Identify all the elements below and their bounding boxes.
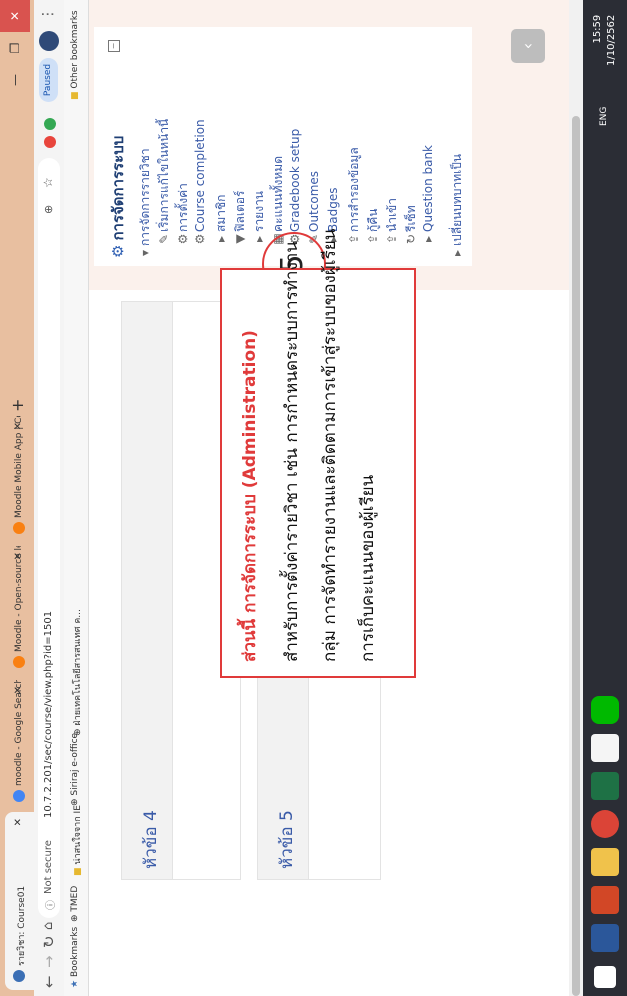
windows-start-icon[interactable] <box>594 966 616 988</box>
zoom-icon[interactable]: ⊕ <box>42 205 55 214</box>
annotation-line: การเก็บคะแนนของผู้เรียน <box>358 474 378 662</box>
browser-tab-bar: รายวิชา: Course01 ✕ moodle - Google Searc… <box>0 0 34 996</box>
close-tab-icon[interactable]: ✕ <box>13 422 24 430</box>
nav-item-course-completion[interactable]: ⚙Course completion <box>193 119 207 246</box>
section-title[interactable]: หัวข้อ 5 <box>273 810 300 869</box>
gear-icon: ⚙ <box>109 244 127 258</box>
nav-item-settings[interactable]: ⚙การตั้งค่า <box>174 183 193 246</box>
nav-item-filters[interactable]: ▼ฟิลเตอร์ <box>231 191 250 246</box>
minimize-button[interactable]: — <box>0 64 30 96</box>
address-bar[interactable]: ⓘ Not secure 10.7.2.201/sec/course/view.… <box>38 158 60 918</box>
bookmark-item[interactable]: ★ Bookmarks <box>70 927 80 988</box>
maximize-button[interactable]: ❐ <box>0 32 30 64</box>
tab-course01[interactable]: รายวิชา: Course01 ✕ <box>5 812 34 990</box>
moodle-icon <box>13 656 25 668</box>
gear-icon: ⚙ <box>176 233 190 245</box>
nav-item-reports[interactable]: ▸รายงาน <box>250 191 269 246</box>
close-tab-icon[interactable]: ✕ <box>13 686 24 694</box>
collapse-block-icon[interactable]: − <box>108 40 120 52</box>
caret-right-icon: ▸ <box>450 249 464 257</box>
tab-moodle-open-source[interactable]: Moodle - Open-source learning ✕ <box>5 546 34 676</box>
acrobat-icon[interactable] <box>591 734 619 762</box>
star-icon: ★ <box>70 979 80 988</box>
close-tab-icon[interactable]: ✕ <box>13 818 24 826</box>
back-arrow-icon[interactable]: ← <box>40 975 58 988</box>
more-menu-icon[interactable]: ⋮ <box>40 7 56 21</box>
file-explorer-icon[interactable] <box>591 848 619 876</box>
nav-item-gradebook-setup[interactable]: ⚙Gradebook setup <box>288 129 302 246</box>
nav-item-course-admin[interactable]: ▾การจัดการรายวิชา <box>136 148 155 260</box>
close-window-button[interactable]: ✕ <box>0 0 30 32</box>
folder-icon: ■ <box>70 91 80 100</box>
bookmark-item[interactable]: ⊕ TMED <box>70 886 80 922</box>
scrollbar-thumb[interactable] <box>572 116 580 996</box>
input-language[interactable]: ENG <box>599 107 609 126</box>
rotated-screen: รายวิชา: Course01 ✕ moodle - Google Searc… <box>0 0 627 996</box>
caret-right-icon: ▸ <box>252 235 266 243</box>
favicon-icon <box>13 970 25 982</box>
caret-right-icon: ▸ <box>214 235 228 243</box>
upload-icon: ⇪ <box>347 233 361 245</box>
new-tab-button[interactable]: + <box>8 399 27 412</box>
annotation-line: สำหรับการตั้งค่ารายวิชา เช่น การกำหนดระบ… <box>282 240 302 662</box>
pencil-icon: ✎ <box>157 233 171 245</box>
section-header: หัวข้อ 4 <box>122 302 173 879</box>
annotation-heading: ส่วนนี้ การจัดการระบบ (Administration) <box>240 330 260 662</box>
upload-icon: ⇪ <box>385 233 399 245</box>
gear-icon: ⚙ <box>193 233 207 245</box>
info-icon[interactable]: ⓘ <box>42 900 57 910</box>
forward-arrow-icon[interactable]: → <box>40 955 58 968</box>
system-clock[interactable]: 15:59 1/10/2562 <box>591 15 619 66</box>
moodle-icon <box>13 522 25 534</box>
bookmarks-bar: ★ Bookmarks ⊕ TMED ■ น่าสนใจจาก IE ⊕ Sir… <box>64 0 89 996</box>
annotation-box: ส่วนนี้ การจัดการระบบ (Administration) ส… <box>220 229 416 678</box>
caret-down-icon: ▾ <box>138 249 152 257</box>
nav-item-edit[interactable]: ✎เริ่มการแก้ไขในหน้านี้ <box>155 119 174 246</box>
tab-google-search[interactable]: moodle - Google Search ✕ <box>5 680 34 810</box>
nav-item-import[interactable]: ⇪นำเข้า <box>383 198 402 246</box>
browser-toolbar: ← → ↻ ⌂ ⓘ Not secure 10.7.2.201/sec/cour… <box>34 0 64 996</box>
administration-block: ⚙การจัดการระบบ − ▾การจัดการรายวิชา ✎เริ่… <box>94 27 472 266</box>
block-title: ⚙การจัดการระบบ <box>109 135 127 258</box>
excel-icon[interactable] <box>591 772 619 800</box>
paused-sync-button[interactable]: Paused <box>39 58 58 102</box>
annotation-line: กลุ่ม การจัดทำรายงานและติดตามการเข้าสู่ร… <box>320 228 340 662</box>
avatar[interactable] <box>39 31 59 51</box>
nav-item-members[interactable]: ▸สมาชิก <box>212 195 231 246</box>
word-icon[interactable] <box>591 924 619 952</box>
horizontal-scrollbar[interactable] <box>569 0 583 996</box>
other-bookmarks[interactable]: ■ Other bookmarks <box>70 10 80 100</box>
nav-item-restore[interactable]: ⇪กู้คืน <box>364 209 383 247</box>
extension-icon[interactable] <box>44 136 56 148</box>
caret-right-icon: ▸ <box>421 235 435 243</box>
window-controls: —❐✕ <box>0 0 34 96</box>
section-title[interactable]: หัวข้อ 4 <box>137 810 164 869</box>
powerpoint-icon[interactable] <box>591 886 619 914</box>
upload-icon: ⇪ <box>366 233 380 245</box>
refresh-icon: ↻ <box>404 233 418 245</box>
home-icon[interactable]: ⌂ <box>41 922 56 930</box>
folder-icon: ■ <box>73 867 83 876</box>
extension-icon[interactable] <box>44 118 56 130</box>
drawer-toggle-button[interactable]: ‹ <box>511 29 545 63</box>
google-icon <box>13 790 25 802</box>
windows-taskbar: ENG 15:59 1/10/2562 <box>583 0 627 996</box>
reload-icon[interactable]: ↻ <box>40 935 58 948</box>
star-bookmark-icon[interactable]: ☆ <box>41 177 55 188</box>
globe-icon: ⊕ <box>73 728 83 736</box>
filter-icon: ▼ <box>233 234 247 244</box>
nav-item-question-bank[interactable]: ▸Question bank <box>421 145 435 246</box>
globe-icon: ⊕ <box>70 798 80 806</box>
globe-icon: ⊕ <box>70 914 80 922</box>
nav-item-switch-role[interactable]: ▸เปลี่ยนบทบาทเป็น <box>448 154 467 260</box>
nav-item-reset[interactable]: ↻รีเซ็ท <box>402 205 421 246</box>
bookmark-item[interactable]: ⊕ ฝ่ายเทคโนโลยีสารสนเทศ ค... <box>70 609 84 736</box>
chrome-icon[interactable] <box>591 810 619 838</box>
tab-moodle-mobile-app[interactable]: Moodle Mobile App | Converge ✕ <box>5 416 34 542</box>
line-app-icon[interactable] <box>591 696 619 724</box>
bookmark-item[interactable]: ■ น่าสนใจจาก IE <box>70 805 84 876</box>
bookmark-item[interactable]: ⊕ Siriraj e-office <box>70 733 80 806</box>
close-tab-icon[interactable]: ✕ <box>13 552 24 560</box>
nav-item-backup[interactable]: ⇪การสำรองข้อมูล <box>345 147 364 246</box>
